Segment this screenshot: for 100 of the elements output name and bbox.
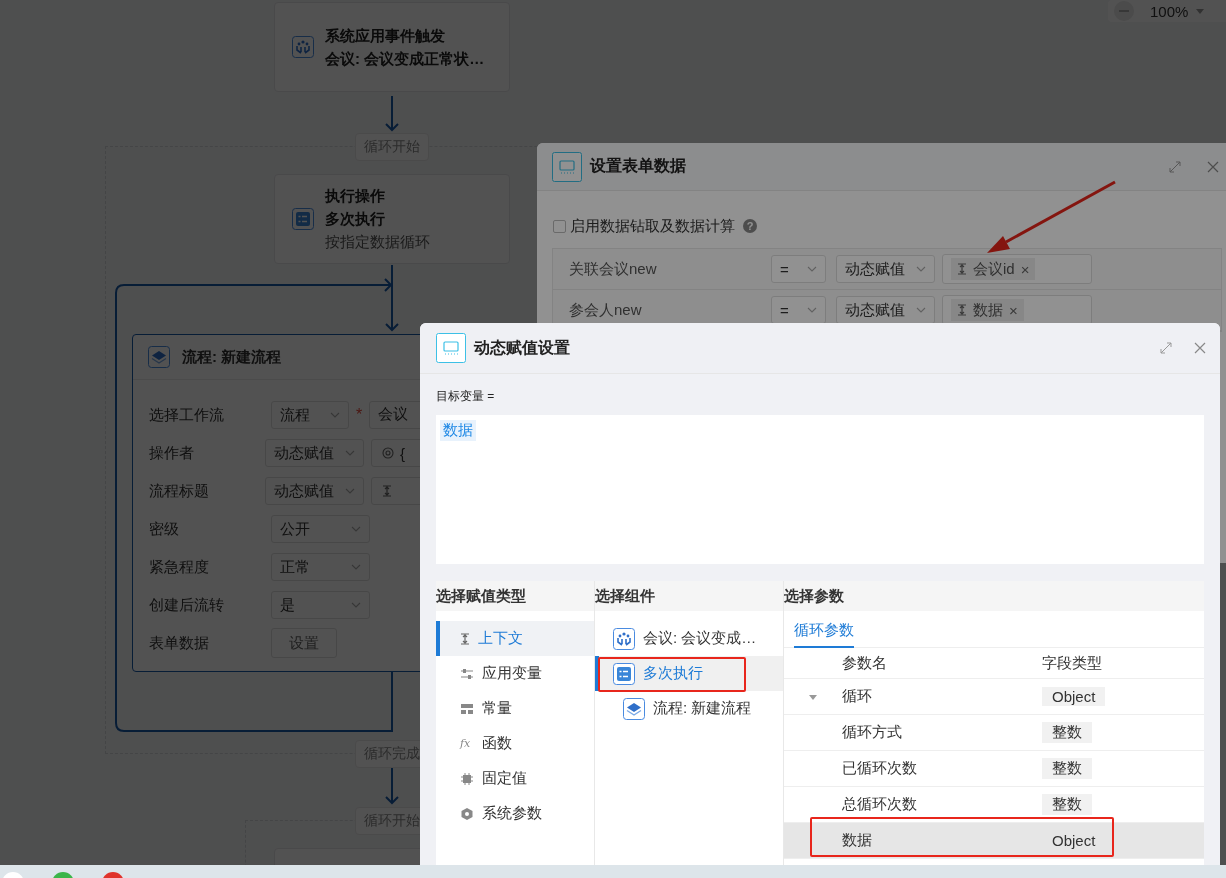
select-field[interactable]: = (771, 255, 826, 283)
people-icon (292, 36, 314, 58)
chevron-down-icon (351, 602, 361, 608)
select-field[interactable]: 正常 (271, 553, 370, 581)
chevron-down-icon (330, 412, 340, 418)
chevron-down-icon (916, 266, 926, 272)
parameter-row[interactable]: 已循环次数 整数 (784, 751, 1204, 787)
checkbox-label: 启用数据钻取及数据计算 (570, 216, 735, 236)
connector-arrow (385, 264, 399, 332)
parameter-name: 循环方式 (842, 723, 903, 742)
layers-icon (623, 697, 645, 720)
zoom-level: 100% (1150, 2, 1189, 20)
tag-label: 会议id (973, 259, 1015, 279)
close-icon[interactable] (1194, 342, 1206, 354)
text-cursor-icon (382, 485, 392, 497)
chevron-down-icon (916, 307, 926, 313)
chevron-down-icon (351, 526, 361, 532)
chevron-down-icon (345, 450, 355, 456)
component-item[interactable]: 流程: 新建流程 (595, 691, 783, 726)
table-icon (460, 702, 474, 715)
variable-field[interactable]: 会议id × (942, 254, 1092, 284)
variable-field[interactable]: 数据 × (942, 295, 1092, 325)
type-item[interactable]: 固定值 (436, 761, 594, 796)
select-field[interactable]: 动态赋值 (836, 296, 935, 324)
function-icon: fx (460, 737, 474, 750)
field-label: 创建后流转 (149, 595, 225, 615)
help-icon[interactable]: ? (743, 219, 757, 233)
chevron-down-icon (807, 266, 817, 272)
select-field[interactable]: 是 (271, 591, 370, 619)
card-title: 流程: 新建流程 (182, 347, 282, 367)
hexagon-icon (460, 806, 474, 821)
type-item[interactable]: fx 函数 (436, 726, 594, 761)
layers-icon (148, 346, 170, 368)
parameter-name: 已循环次数 (842, 759, 918, 778)
sliders-icon (460, 667, 474, 680)
minus-icon[interactable] (1114, 1, 1134, 21)
parameter-name: 数据 (842, 831, 873, 850)
field-label: 关联会议new (568, 259, 658, 279)
connector-arrow (385, 767, 399, 805)
close-icon[interactable] (1207, 160, 1219, 173)
checkbox[interactable] (553, 219, 566, 233)
select-field[interactable]: = (771, 296, 826, 324)
field-label: 参会人new (568, 300, 643, 320)
monitor-icon (552, 151, 582, 182)
panel-heading: 选择参数 (784, 581, 1204, 611)
tag-label: 数据 (973, 300, 1003, 320)
checklist-icon (613, 662, 635, 685)
text-cursor-icon (460, 632, 470, 645)
flow-node[interactable]: 系统应用事件触发 会议: 会议变成正常状… (274, 2, 510, 92)
caret-down-icon[interactable] (1196, 8, 1205, 14)
checklist-icon (292, 208, 314, 230)
chip-icon (460, 771, 474, 786)
type-tag: 整数 (1042, 722, 1092, 743)
type-tag: Object (1042, 831, 1106, 850)
chevron-down-icon (351, 564, 361, 570)
type-item[interactable]: 常量 (436, 691, 594, 726)
node-title: 会议: 会议变成正常状… (325, 48, 485, 69)
type-item[interactable]: 上下文 (436, 621, 594, 656)
remove-button[interactable]: × (1020, 260, 1030, 278)
select-field[interactable]: 动态赋值 (836, 255, 935, 283)
parameter-row[interactable]: 循环方式 整数 (784, 715, 1204, 751)
select-field[interactable]: 动态赋值 (265, 477, 364, 505)
field-label: 流程标题 (149, 481, 210, 501)
select-field[interactable]: 动态赋值 (265, 439, 364, 467)
field-label: 密级 (149, 519, 180, 539)
select-field[interactable]: 流程 (271, 401, 349, 429)
node-title: 系统应用事件触发 (325, 25, 446, 46)
type-tag: 整数 (1042, 758, 1092, 779)
variable-tag[interactable]: 数据 (440, 420, 476, 441)
field-label: 表单数据 (149, 633, 210, 653)
node-title: 执行操作 (325, 186, 386, 206)
gear-icon (382, 447, 394, 459)
field-label: 紧急程度 (149, 557, 210, 577)
text-cursor-icon (957, 263, 967, 275)
column-header: 参数名 (842, 653, 888, 673)
field-label: 操作者 (149, 443, 195, 463)
parameter-name: 总循环次数 (842, 795, 918, 814)
dialog-title: 设置表单数据 (590, 156, 687, 176)
dialog-title: 动态赋值设置 (474, 337, 571, 358)
type-tag: 整数 (1042, 794, 1092, 815)
select-field[interactable]: 公开 (271, 515, 370, 543)
parameter-name: 循环 (842, 687, 873, 706)
chevron-down-icon (807, 307, 817, 313)
node-title: 多次执行 (325, 209, 386, 229)
parameter-row[interactable]: 数据 Object (784, 823, 1204, 859)
required-mark: * (354, 406, 364, 424)
component-item[interactable]: 会议: 会议变成… (595, 621, 783, 656)
text-cursor-icon (957, 304, 967, 316)
expand-icon[interactable] (1169, 160, 1181, 173)
field-label: 选择工作流 (149, 405, 225, 425)
remove-button[interactable]: × (1009, 301, 1018, 319)
panel-heading: 选择组件 (595, 581, 783, 611)
panel-heading: 选择赋值类型 (436, 581, 594, 611)
expression-area[interactable]: 数据 (436, 415, 1204, 564)
people-icon (613, 627, 635, 650)
expand-icon[interactable] (1160, 342, 1172, 354)
connector-arrow (385, 95, 399, 132)
column-header: 字段类型 (1042, 653, 1102, 673)
type-item[interactable]: 系统参数 (436, 796, 594, 831)
parameter-row[interactable]: 循环 Object (784, 679, 1204, 715)
